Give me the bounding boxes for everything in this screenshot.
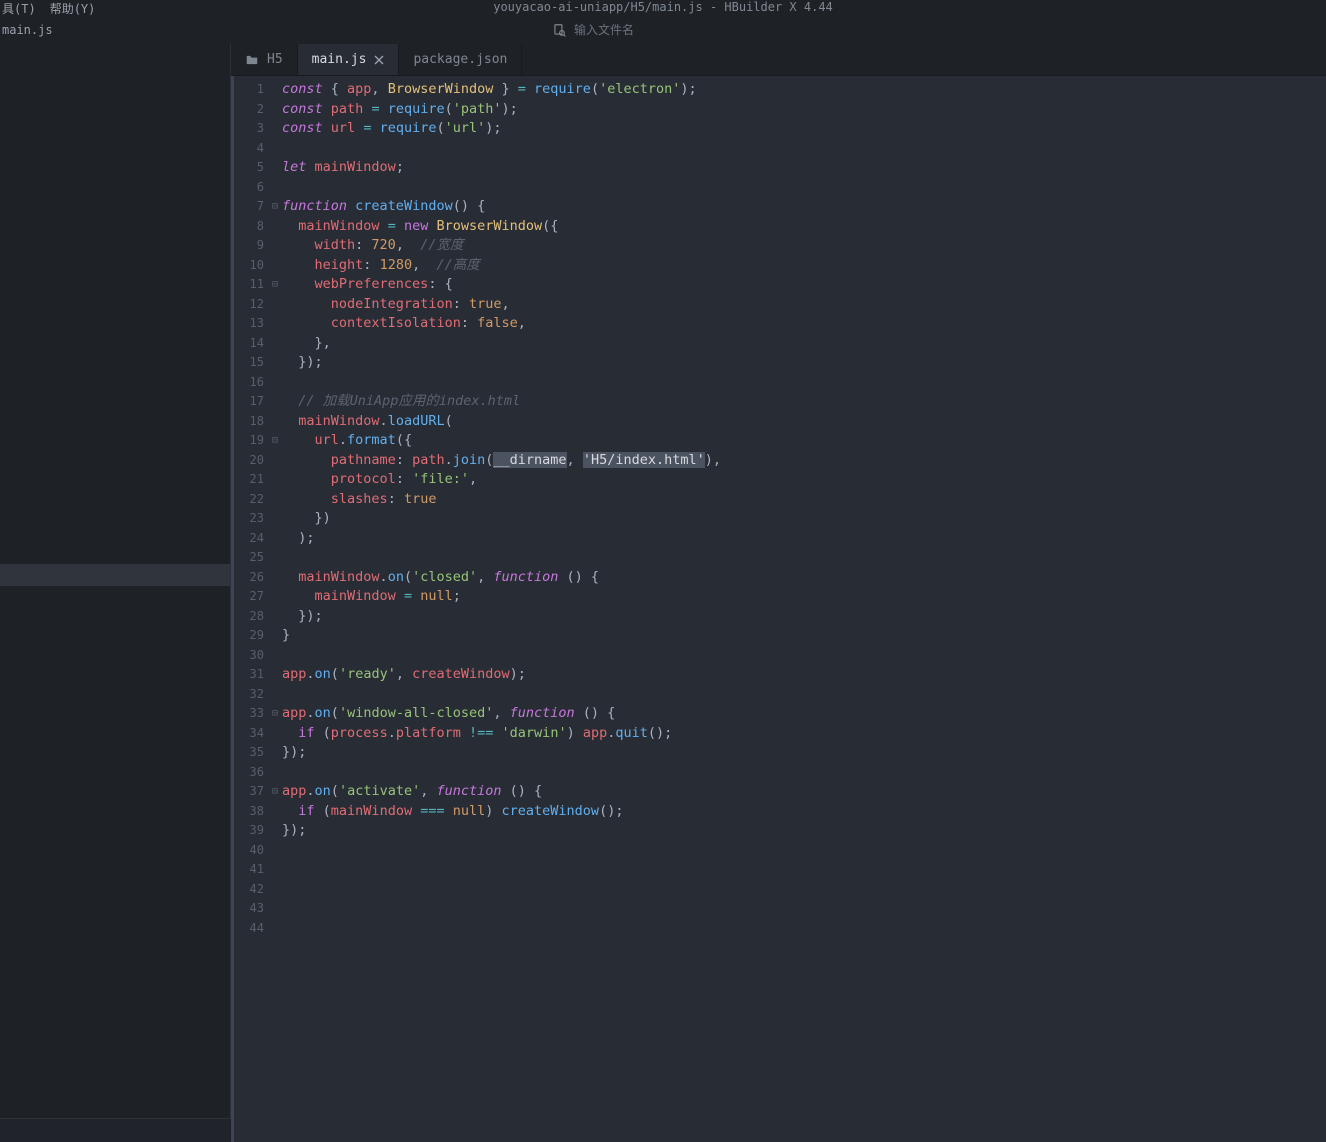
tab-main-js[interactable]: main.js <box>298 44 400 75</box>
search-file-icon <box>552 23 566 37</box>
editor-tabs: H5 main.js package.json <box>231 44 1326 76</box>
code-editor[interactable]: const { app, BrowserWindow } = require('… <box>280 76 1312 1142</box>
fold-column[interactable]: ⊟⊟⊟⊟⊟ <box>270 76 280 1142</box>
menu-bar: 具(T) 帮助(Y) <box>0 0 1326 16</box>
status-bar <box>0 1118 231 1142</box>
menu-tools[interactable]: 具(T) <box>2 0 36 17</box>
tab-h5-folder[interactable]: H5 <box>231 44 298 75</box>
line-number-gutter[interactable]: 1234567891011121314151617181920212223242… <box>237 76 270 1142</box>
tab-label: package.json <box>413 52 507 67</box>
close-icon[interactable] <box>374 55 384 65</box>
open-file-label: main.js <box>0 23 53 37</box>
tab-label: main.js <box>312 52 367 67</box>
tab-label: H5 <box>267 52 283 67</box>
folder-icon <box>245 53 259 67</box>
sidebar-selected-item[interactable] <box>0 564 230 586</box>
sidebar[interactable] <box>0 44 231 1142</box>
toolbar: main.js <box>0 16 1326 44</box>
file-search-input[interactable] <box>574 23 774 37</box>
vertical-scrollbar[interactable] <box>1312 76 1326 1142</box>
menu-help[interactable]: 帮助(Y) <box>50 0 96 17</box>
tab-package-json[interactable]: package.json <box>399 44 522 75</box>
file-search[interactable] <box>552 23 774 37</box>
